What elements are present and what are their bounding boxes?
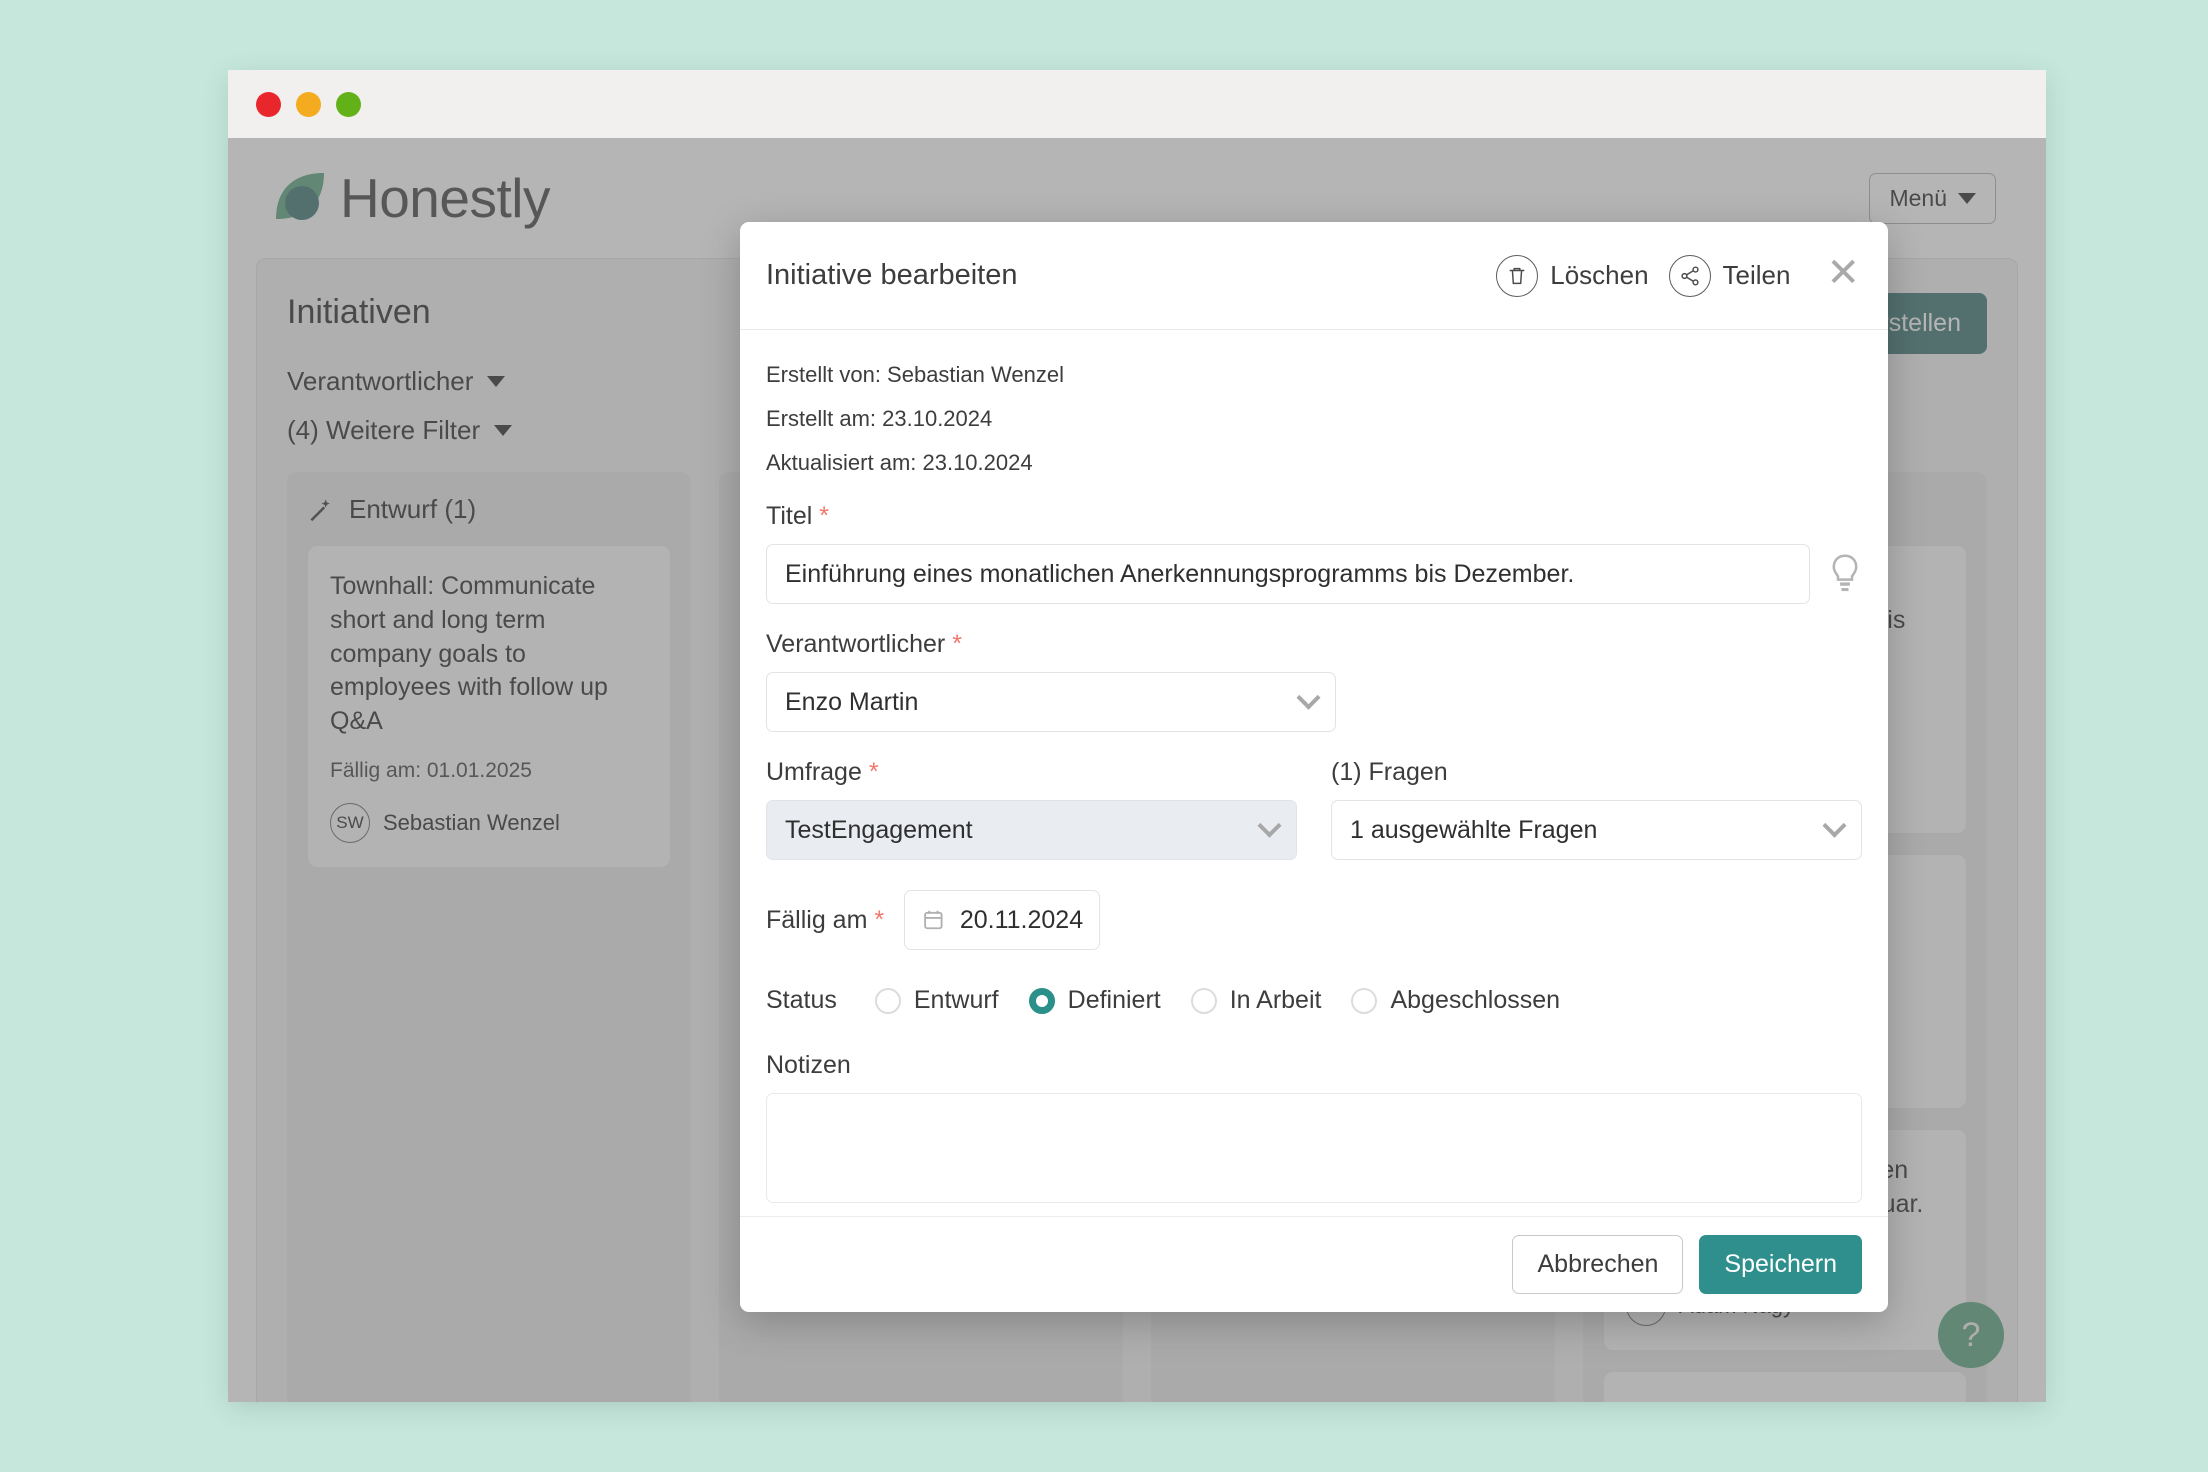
close-icon[interactable]: ✕ [1810, 253, 1866, 299]
delete-button-label: Löschen [1550, 260, 1649, 290]
share-icon [1668, 254, 1711, 297]
status-label: Status [766, 986, 837, 1014]
title-field-label: Titel * [766, 502, 1862, 531]
status-option-label: In Arbeit [1229, 986, 1322, 1014]
due-date-label-text: Fällig am [766, 905, 868, 934]
radio-icon [1190, 987, 1217, 1014]
notes-textarea[interactable] [766, 1093, 1862, 1203]
cancel-button[interactable]: Abbrechen [1512, 1235, 1684, 1294]
questions-field-label: (1) Fragen [1331, 758, 1448, 786]
radio-icon [1351, 987, 1378, 1014]
dialog-title: Initiative bearbeiten [766, 259, 1018, 291]
due-date-input[interactable]: 20.11.2024 [904, 890, 1101, 950]
dialog-body: Erstellt von: Sebastian Wenzel Erstellt … [740, 330, 1888, 1216]
share-button-label: Teilen [1722, 260, 1791, 290]
share-button[interactable]: Teilen [1668, 254, 1791, 297]
status-option-label: Abgeschlossen [1390, 986, 1561, 1014]
minimize-window-button[interactable] [296, 91, 321, 117]
owner-field-group: Verantwortlicher * Enzo Martin [766, 630, 1336, 732]
due-date-value: 20.11.2024 [959, 905, 1084, 934]
updated-at-text: Aktualisiert am: 23.10.2024 [766, 450, 1033, 475]
survey-questions-row: Umfrage * TestEngagement (1) Fragen 1 au… [766, 758, 1862, 860]
trash-icon [1496, 254, 1539, 297]
questions-select[interactable]: 1 ausgewählte Fragen [1331, 800, 1862, 860]
lightbulb-icon[interactable] [1828, 553, 1862, 595]
notes-label: Notizen [766, 1051, 851, 1079]
owner-field-label: Verantwortlicher * [766, 630, 1336, 659]
browser-window: Honestly Menü Initiativen Verantwortlich… [228, 70, 2046, 1402]
radio-icon [874, 987, 901, 1014]
edit-initiative-dialog: Initiative bearbeiten Löschen Teilen ✕ E… [740, 222, 1888, 1312]
status-row: Status Entwurf Definiert In Arbeit Abges… [766, 986, 1862, 1015]
chevron-down-icon [1257, 813, 1282, 838]
dialog-footer: Abbrechen Speichern [740, 1216, 1888, 1312]
radio-icon-selected [1028, 987, 1055, 1014]
survey-select-value: TestEngagement [785, 815, 973, 844]
survey-select: TestEngagement [766, 800, 1297, 860]
survey-label-text: Umfrage [766, 758, 862, 786]
questions-field-group: (1) Fragen 1 ausgewählte Fragen [1331, 758, 1862, 860]
title-field-group: Titel * [766, 502, 1862, 604]
dialog-header: Initiative bearbeiten Löschen Teilen ✕ [740, 222, 1888, 330]
chevron-down-icon [1822, 813, 1847, 838]
owner-select[interactable]: Enzo Martin [766, 672, 1336, 732]
title-input[interactable] [766, 544, 1810, 604]
owner-label-text: Verantwortlicher [766, 630, 946, 658]
required-asterisk: * [819, 502, 829, 530]
required-asterisk: * [868, 758, 879, 786]
close-window-button[interactable] [256, 91, 281, 117]
status-option-label: Definiert [1067, 986, 1161, 1014]
status-option-in-arbeit[interactable]: In Arbeit [1190, 986, 1322, 1015]
created-by-text: Erstellt von: Sebastian Wenzel [766, 362, 1064, 387]
required-asterisk: * [874, 905, 885, 934]
status-option-definiert[interactable]: Definiert [1028, 986, 1161, 1015]
survey-field-group: Umfrage * TestEngagement [766, 758, 1297, 860]
created-at-text: Erstellt am: 23.10.2024 [766, 406, 993, 431]
title-label-text: Titel [766, 502, 813, 530]
status-option-abgeschlossen[interactable]: Abgeschlossen [1351, 986, 1560, 1015]
maximize-window-button[interactable] [336, 91, 361, 117]
owner-select-value: Enzo Martin [785, 687, 919, 716]
delete-button[interactable]: Löschen [1496, 254, 1649, 297]
due-date-row: Fällig am * 20.11.2024 [766, 890, 1862, 950]
survey-field-label: Umfrage * [766, 758, 1297, 787]
required-asterisk: * [952, 630, 962, 658]
calendar-icon [924, 910, 943, 930]
status-option-label: Entwurf [913, 986, 999, 1014]
due-date-label: Fällig am * [766, 906, 884, 935]
chevron-down-icon [1296, 685, 1321, 710]
questions-select-value: 1 ausgewählte Fragen [1350, 815, 1598, 844]
save-button[interactable]: Speichern [1699, 1235, 1862, 1294]
status-option-entwurf[interactable]: Entwurf [874, 986, 999, 1015]
window-titlebar [228, 70, 2046, 138]
